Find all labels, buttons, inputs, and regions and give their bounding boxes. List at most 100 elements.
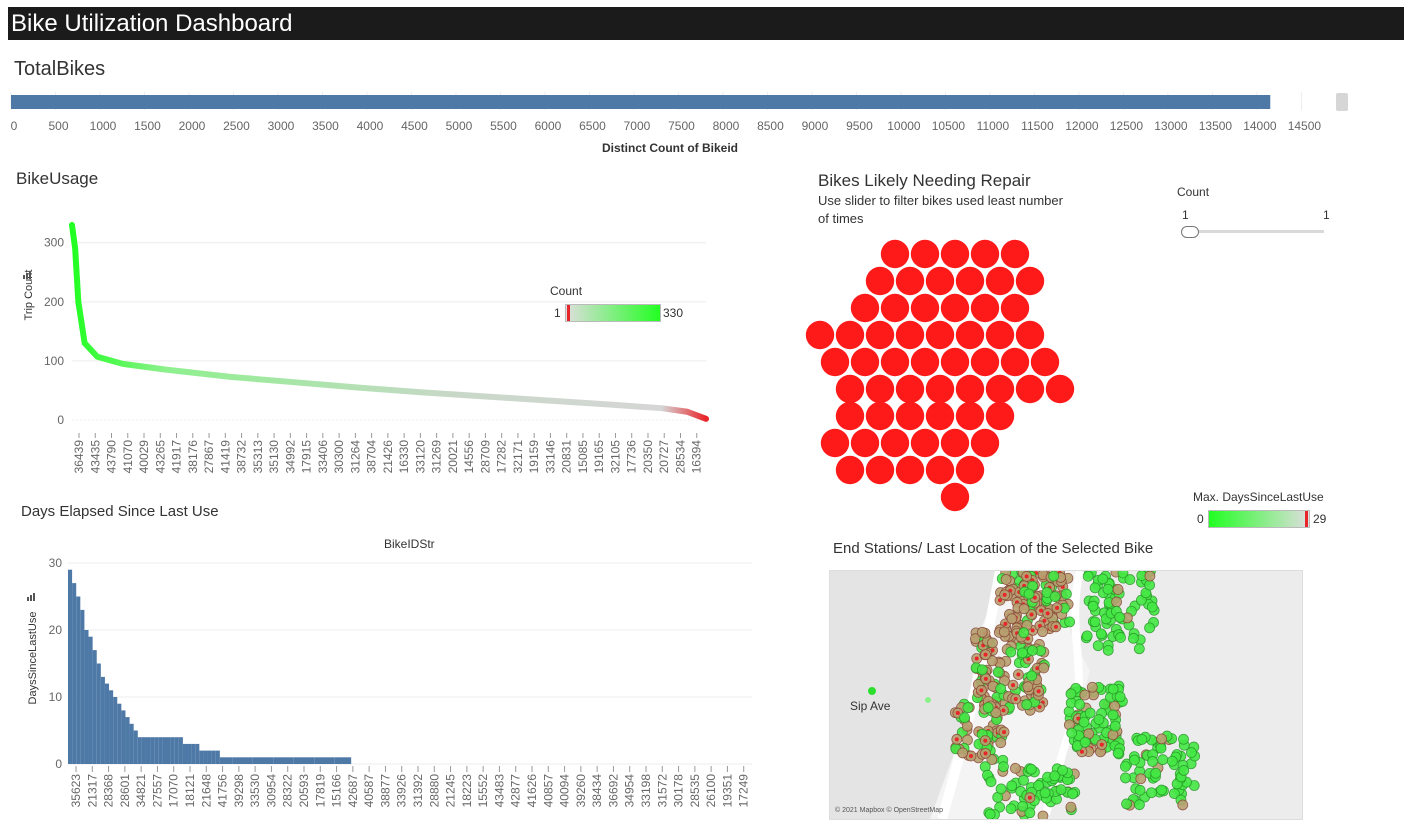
repair-bubble[interactable] — [910, 239, 940, 269]
days-bar[interactable] — [137, 737, 142, 764]
repair-bubble[interactable] — [880, 239, 910, 269]
bike-usage-chart[interactable]: 0 100 200 300 36439 43435 43790 41070 40029 43265… — [0, 195, 720, 485]
slider-handle[interactable] — [1181, 226, 1199, 238]
repair-bubble[interactable] — [940, 482, 970, 512]
repair-bubble[interactable] — [1000, 239, 1030, 269]
repair-bubble[interactable] — [820, 428, 850, 458]
days-bar[interactable] — [174, 737, 179, 764]
repair-bubble[interactable] — [865, 320, 895, 350]
repair-bubble[interactable] — [1000, 293, 1030, 323]
days-bar[interactable] — [232, 757, 253, 764]
repair-bubble[interactable] — [835, 374, 865, 404]
days-bar[interactable] — [334, 757, 352, 764]
days-bar[interactable] — [125, 717, 130, 764]
days-bar[interactable] — [170, 737, 175, 764]
days-bar[interactable] — [72, 583, 77, 764]
days-elapsed-chart[interactable]: 0 10 20 30 35623 21317 28368 28601 34821 27557 170… — [0, 553, 760, 837]
repair-bubble[interactable] — [895, 401, 925, 431]
days-bar[interactable] — [199, 750, 204, 764]
days-bar[interactable] — [314, 757, 335, 764]
days-bar[interactable] — [96, 663, 101, 765]
repair-bubble[interactable] — [940, 293, 970, 323]
repair-bubble[interactable] — [865, 455, 895, 485]
slider-track[interactable] — [1182, 230, 1324, 233]
repair-bubble[interactable] — [850, 293, 880, 323]
map-canvas[interactable] — [830, 571, 1302, 819]
repair-bubble[interactable] — [865, 266, 895, 296]
days-bar[interactable] — [141, 737, 146, 764]
repair-bubble[interactable] — [925, 266, 955, 296]
days-bar[interactable] — [187, 743, 192, 764]
repair-bubble[interactable] — [1030, 347, 1060, 377]
scrollbar-handle[interactable] — [1336, 93, 1348, 111]
days-bar[interactable] — [80, 609, 85, 764]
repair-bubble[interactable] — [925, 320, 955, 350]
repair-bubble[interactable] — [955, 320, 985, 350]
days-bar[interactable] — [92, 650, 97, 764]
repair-bubble[interactable] — [970, 293, 1000, 323]
repair-bubble[interactable] — [970, 239, 1000, 269]
repair-bubble[interactable] — [895, 455, 925, 485]
station-map[interactable]: Sip Ave © 2021 Mapbox © OpenStreetMap — [829, 570, 1303, 820]
repair-bubble[interactable] — [850, 428, 880, 458]
repair-bubble[interactable] — [910, 293, 940, 323]
repair-bubble[interactable] — [940, 428, 970, 458]
repair-bubble[interactable] — [880, 428, 910, 458]
repair-bubble[interactable] — [985, 374, 1015, 404]
repair-bubble[interactable] — [865, 401, 895, 431]
days-bar[interactable] — [100, 676, 105, 764]
days-bar[interactable] — [182, 743, 188, 764]
days-bar[interactable] — [211, 750, 216, 764]
repair-bubble[interactable] — [1045, 374, 1075, 404]
repair-bubble[interactable] — [940, 347, 970, 377]
repair-bubble[interactable] — [925, 455, 955, 485]
repair-bubble[interactable] — [955, 401, 985, 431]
repair-bubble[interactable] — [895, 374, 925, 404]
days-bar[interactable] — [215, 750, 220, 764]
days-bar[interactable] — [113, 697, 118, 764]
repair-bubble[interactable] — [895, 320, 925, 350]
days-bar[interactable] — [117, 703, 122, 764]
repair-bubble[interactable] — [940, 239, 970, 269]
repair-bubble[interactable] — [955, 455, 985, 485]
repair-bubble[interactable] — [895, 266, 925, 296]
repair-bubble[interactable] — [955, 374, 985, 404]
days-bar[interactable] — [207, 750, 212, 764]
repair-bubble[interactable] — [985, 320, 1015, 350]
days-bar[interactable] — [109, 690, 114, 764]
repair-bubble[interactable] — [865, 374, 895, 404]
repair-bubble[interactable] — [985, 266, 1015, 296]
days-bar[interactable] — [219, 757, 233, 764]
repair-bubble[interactable] — [880, 293, 910, 323]
repair-bubble[interactable] — [880, 347, 910, 377]
repair-bubble[interactable] — [1015, 320, 1045, 350]
repair-bubble[interactable] — [985, 401, 1015, 431]
repair-bubble[interactable] — [925, 401, 955, 431]
days-bar[interactable] — [191, 743, 196, 764]
days-bar[interactable] — [273, 757, 294, 764]
days-bar[interactable] — [252, 757, 274, 764]
repair-bubble[interactable] — [835, 455, 865, 485]
repair-bubble[interactable] — [1000, 347, 1030, 377]
days-bar[interactable] — [84, 630, 89, 764]
days-bar[interactable] — [178, 737, 183, 764]
days-bar[interactable] — [203, 750, 208, 764]
days-bar[interactable] — [195, 743, 200, 764]
repair-bubble[interactable] — [850, 347, 880, 377]
days-bar[interactable] — [150, 737, 155, 764]
repair-bubble-chart[interactable] — [805, 236, 1090, 512]
days-bar[interactable] — [88, 636, 93, 764]
days-bar[interactable] — [133, 730, 138, 765]
total-bikes-bar[interactable] — [11, 95, 1271, 109]
days-bar[interactable] — [293, 757, 315, 764]
days-bar[interactable] — [158, 737, 163, 764]
repair-bubble[interactable] — [910, 428, 940, 458]
days-bar[interactable] — [145, 737, 151, 764]
days-bar[interactable] — [76, 596, 81, 765]
repair-bubble[interactable] — [820, 347, 850, 377]
repair-bubble[interactable] — [955, 266, 985, 296]
days-bar[interactable] — [129, 723, 134, 764]
days-bar[interactable] — [162, 737, 167, 764]
repair-bubble[interactable] — [925, 374, 955, 404]
repair-bubble[interactable] — [910, 347, 940, 377]
